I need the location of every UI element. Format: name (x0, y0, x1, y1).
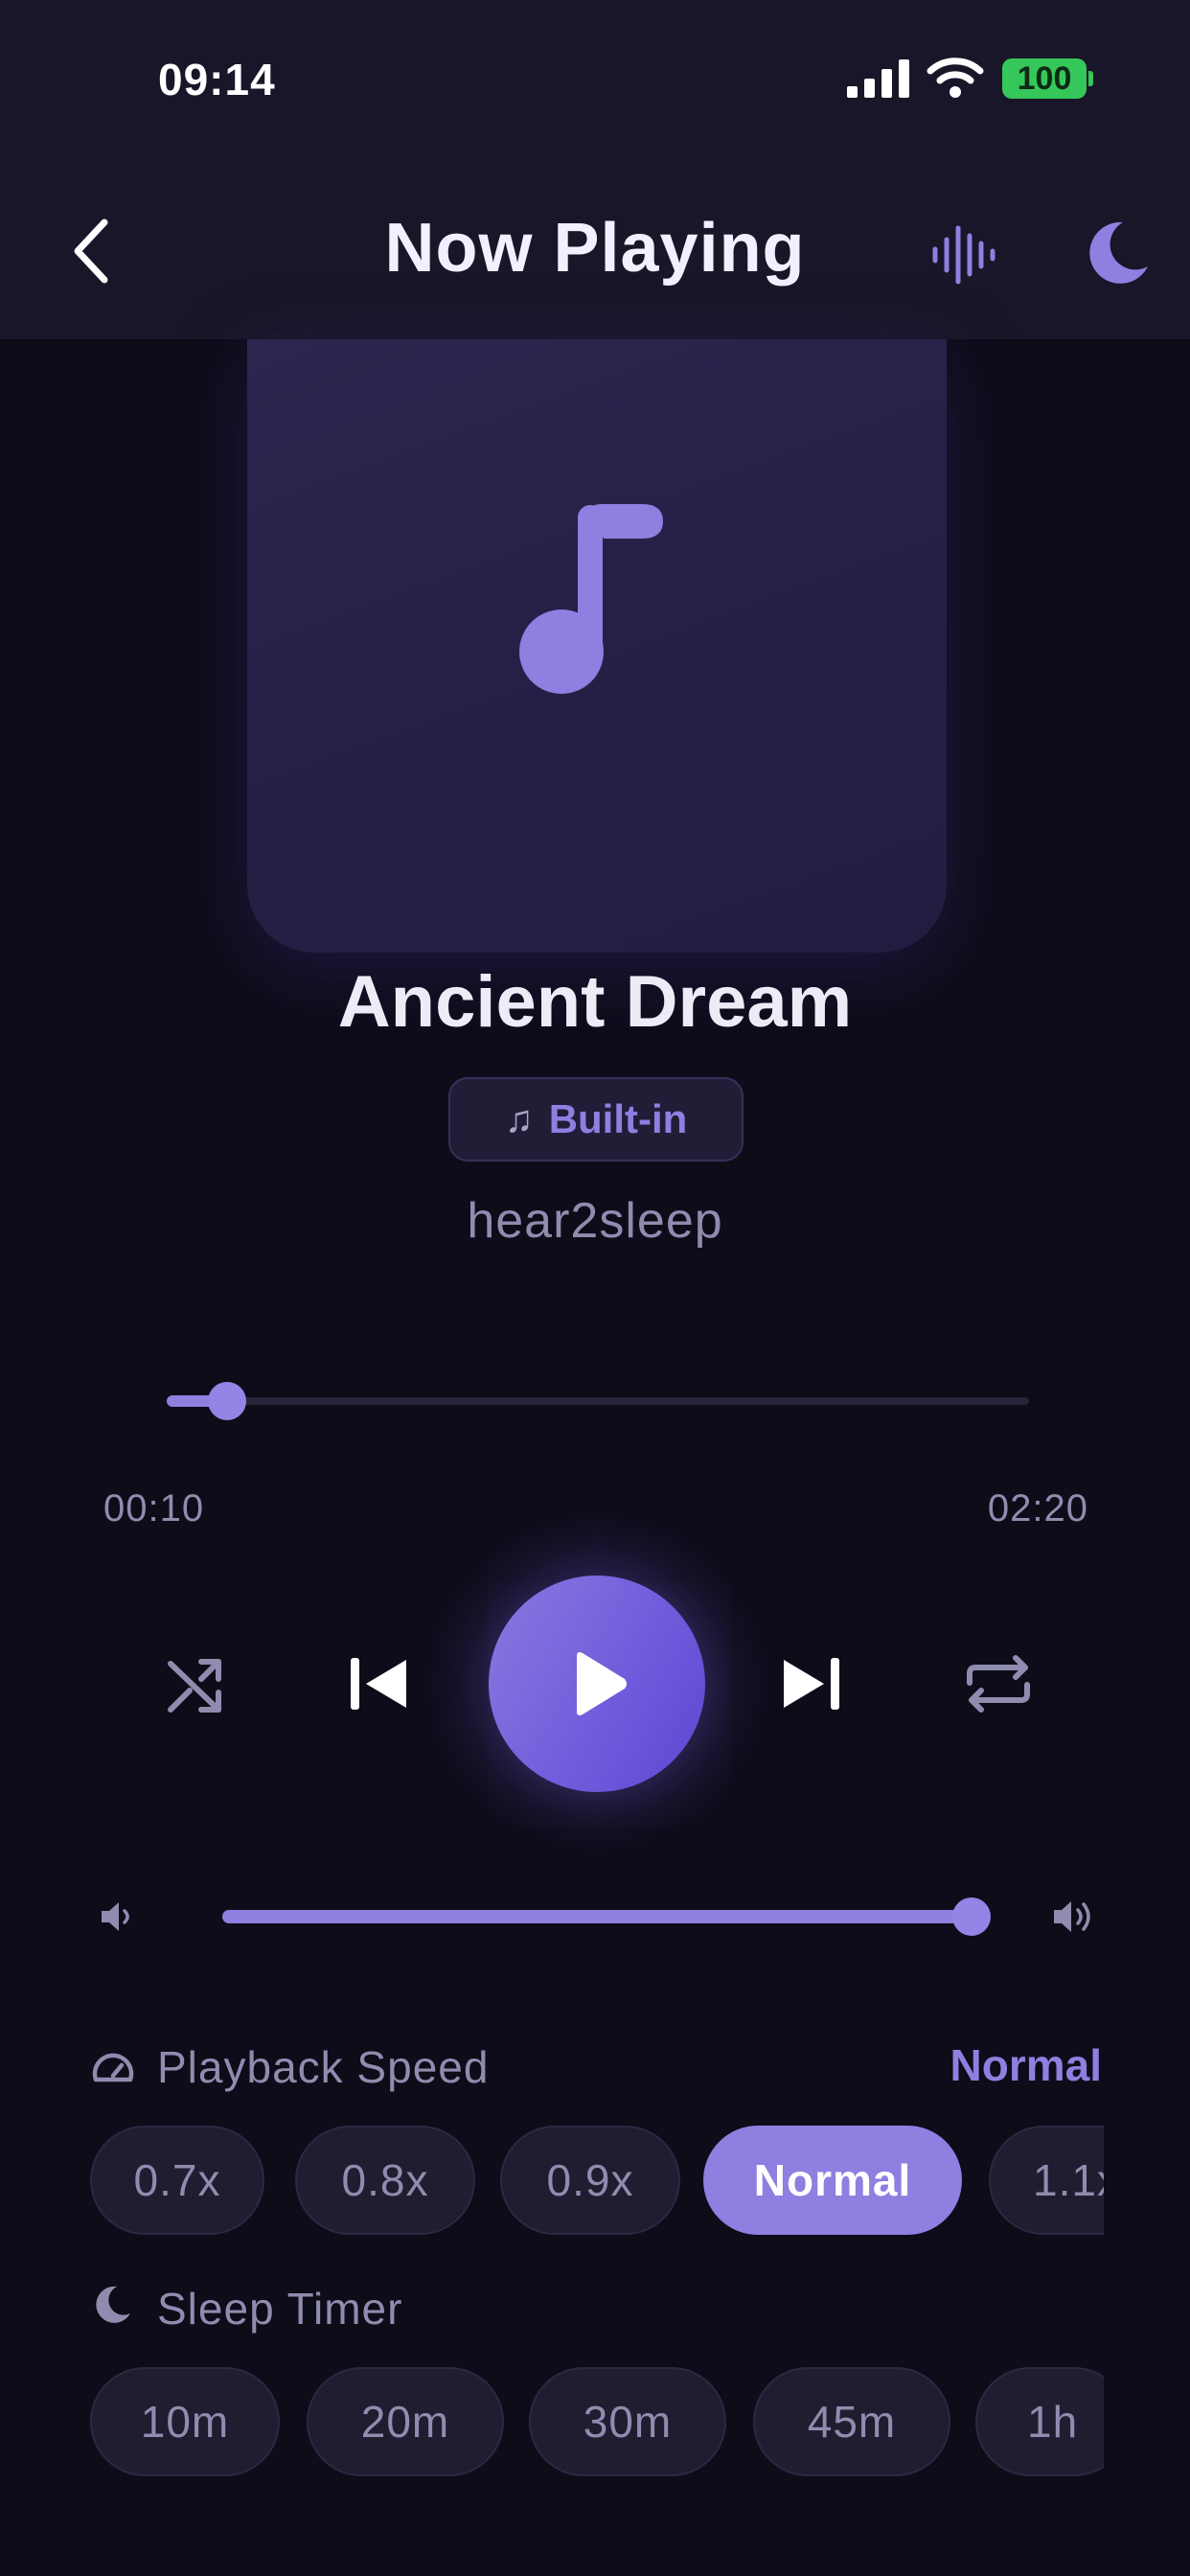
music-note-icon (519, 504, 663, 694)
waveform-icon[interactable] (926, 217, 1002, 293)
moon-icon[interactable] (1077, 215, 1154, 291)
playback-speed-value: Normal (950, 2040, 1102, 2090)
top-bar (0, 0, 1190, 339)
timer-chip[interactable]: 20m (307, 2367, 504, 2476)
status-time: 09:14 (158, 55, 276, 104)
speed-chip[interactable]: 0.8x (295, 2126, 475, 2235)
battery-tip (1088, 71, 1093, 86)
timer-chip[interactable]: 45m (753, 2367, 950, 2476)
previous-icon[interactable] (345, 1650, 412, 1717)
volume-fill (222, 1910, 972, 1923)
volume-thumb[interactable] (952, 1898, 991, 1936)
music-notes-icon: ♫ (504, 1097, 534, 1140)
speed-options: 0.7x 0.8x 0.9x Normal 1.1x (90, 2126, 1104, 2235)
source-badge-label: Built-in (548, 1096, 688, 1141)
back-button[interactable] (57, 213, 125, 289)
battery-indicator: 100 (1002, 58, 1087, 99)
volume-low-icon (102, 1902, 129, 1931)
shuffle-icon[interactable] (163, 1650, 230, 1717)
next-icon[interactable] (778, 1650, 845, 1717)
speed-chip-selected[interactable]: Normal (703, 2126, 962, 2235)
back-chevron-icon (74, 218, 108, 284)
wifi-icon (927, 58, 984, 98)
sleep-timer-label: Sleep Timer (157, 2284, 403, 2334)
speed-chip[interactable]: 0.7x (90, 2126, 264, 2235)
progress-thumb[interactable] (208, 1382, 246, 1420)
track-title: Ancient Dream (337, 961, 853, 1043)
speedometer-icon (92, 2053, 134, 2082)
repeat-icon[interactable] (962, 1650, 1035, 1717)
total-duration: 02:20 (987, 1487, 1088, 1530)
timer-chip[interactable]: 1h (975, 2367, 1104, 2476)
speed-chip[interactable]: 0.9x (500, 2126, 680, 2235)
artist-name: hear2sleep (467, 1193, 723, 1249)
sleep-timer-options: 10m 20m 30m 45m 1h (90, 2367, 1104, 2476)
moon-icon (96, 2286, 130, 2323)
play-icon (577, 1652, 627, 1715)
source-badge: ♫ Built-in (448, 1077, 744, 1162)
volume-high-icon (1054, 1901, 1090, 1932)
play-button[interactable] (489, 1576, 705, 1792)
page-title: Now Playing (384, 210, 806, 287)
elapsed-time: 00:10 (103, 1487, 205, 1530)
speed-chip[interactable]: 1.1x (989, 2126, 1104, 2235)
timer-chip[interactable]: 30m (529, 2367, 726, 2476)
cellular-signal-icon (847, 59, 909, 98)
timer-chip[interactable]: 10m (90, 2367, 280, 2476)
playback-speed-label: Playback Speed (157, 2042, 490, 2092)
progress-track[interactable] (167, 1397, 1029, 1405)
